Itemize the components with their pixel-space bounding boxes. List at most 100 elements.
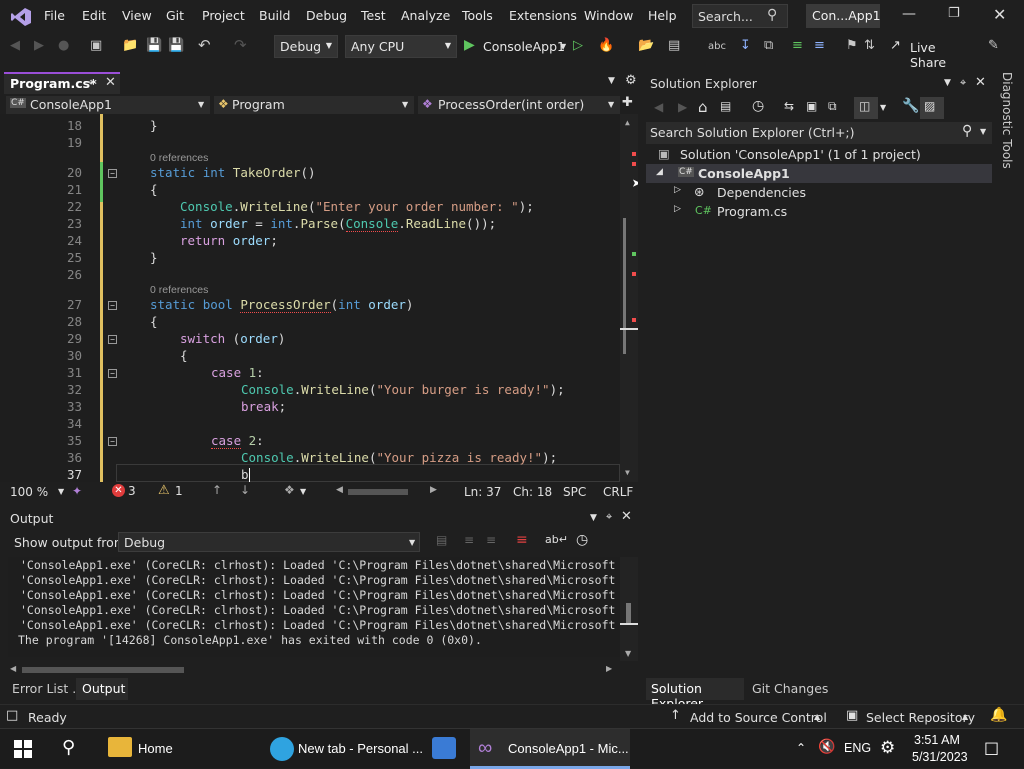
feedback-icon[interactable]: ✎: [988, 38, 999, 53]
forward-icon[interactable]: ▶: [34, 38, 44, 53]
scroll-left-icon[interactable]: ◀: [336, 485, 343, 495]
start-without-debugging-icon[interactable]: ▷: [573, 38, 583, 53]
folder-view-icon[interactable]: 📂: [638, 38, 654, 53]
scroll-up-icon[interactable]: ▲: [625, 118, 630, 127]
expanded-caret-icon[interactable]: ◢: [656, 167, 663, 177]
find-message-icon[interactable]: ▤: [436, 533, 447, 547]
tab-output[interactable]: Output: [76, 678, 128, 700]
panel-options-chevron-icon[interactable]: ▼: [944, 78, 951, 88]
member-nav-dropdown[interactable]: ❖ ProcessOrder(int order) ▼: [418, 96, 620, 114]
nav-forward-circle-icon[interactable]: ●: [58, 38, 69, 53]
visual-studio-logo-icon[interactable]: [10, 7, 32, 27]
preview-button[interactable]: ▨: [920, 97, 944, 119]
editor-vertical-scrollbar[interactable]: ▲ ▼: [620, 114, 638, 482]
taskbar-visual-studio[interactable]: ∞ ConsoleApp1 - Mic...: [470, 729, 630, 769]
code-editor[interactable]: 18 19 20 21 22 23 24 25 26 27 28 29 30 3…: [0, 114, 638, 482]
menu-extensions[interactable]: Extensions: [509, 8, 577, 23]
filter-button[interactable]: ◫: [854, 97, 878, 119]
collapsed-caret-icon[interactable]: ▷: [674, 204, 681, 214]
scroll-down-icon[interactable]: ▼: [625, 468, 630, 477]
language-indicator[interactable]: ENG: [844, 741, 871, 755]
show-hidden-icons-chevron-icon[interactable]: ⌃: [796, 741, 806, 755]
collapse-all-icon[interactable]: ▣: [806, 99, 817, 113]
line-ending-mode[interactable]: CRLF: [603, 485, 633, 499]
sync-icon[interactable]: ⇆: [784, 99, 794, 113]
horizontal-scrollbar-thumb[interactable]: [348, 489, 408, 495]
live-share-button[interactable]: ↗ Live Share: [888, 35, 968, 70]
close-window-icon[interactable]: ✕: [993, 5, 1006, 24]
collapse-region-icon[interactable]: −: [108, 335, 117, 344]
spell-check-icon[interactable]: abc: [708, 41, 726, 52]
notifications-bell-icon[interactable]: 🔔: [990, 707, 1007, 723]
forward-icon[interactable]: ▶: [678, 100, 687, 114]
scrollbar-thumb[interactable]: [22, 667, 184, 673]
menu-file[interactable]: File: [44, 8, 65, 23]
taskbar-file-explorer[interactable]: Home: [104, 729, 260, 769]
switch-views-icon[interactable]: ▤: [720, 99, 731, 113]
step-into-icon[interactable]: ↧: [740, 38, 751, 53]
comment-icon[interactable]: ≡: [792, 38, 803, 53]
go-next-message-icon[interactable]: ≡: [486, 533, 496, 547]
code-cleanup-icon[interactable]: ❖: [284, 483, 295, 497]
class-nav-dropdown[interactable]: ❖ Program ▼: [214, 96, 414, 114]
start-debugging-button[interactable]: ▶ ConsoleApp1 ▼: [462, 35, 570, 58]
action-center-icon[interactable]: □: [984, 738, 999, 757]
menu-git[interactable]: Git: [166, 8, 184, 23]
menu-project[interactable]: Project: [202, 8, 245, 23]
solution-search-box[interactable]: Search Solution Explorer (Ctrl+;) ⚲ ▼: [646, 122, 992, 144]
pin-icon[interactable]: ⌖: [88, 76, 94, 90]
output-horizontal-scrollbar[interactable]: ◀ ▶: [8, 664, 620, 676]
minimize-icon[interactable]: —: [902, 6, 916, 22]
copy-icon[interactable]: ⧉: [764, 38, 773, 53]
save-icon[interactable]: 💾: [146, 38, 162, 53]
new-project-icon[interactable]: ▣: [90, 38, 102, 53]
menu-edit[interactable]: Edit: [82, 8, 106, 23]
open-folder-icon[interactable]: 📁: [122, 38, 138, 53]
panel-options-chevron-icon[interactable]: ▼: [590, 513, 597, 523]
collapse-region-icon[interactable]: −: [108, 169, 117, 178]
tab-solution-explorer[interactable]: Solution Explorer: [646, 678, 744, 711]
scroll-down-icon[interactable]: ▼: [625, 649, 631, 658]
intellicode-icon[interactable]: ✦: [72, 484, 82, 498]
tree-item-dependencies[interactable]: ▷ ⊛ Dependencies: [646, 183, 992, 202]
clock-date[interactable]: 5/31/2023: [912, 750, 968, 764]
menu-test[interactable]: Test: [361, 8, 386, 23]
split-editor-icon[interactable]: ✚: [622, 95, 633, 110]
collapse-region-icon[interactable]: −: [108, 437, 117, 446]
tree-item-program-cs[interactable]: ▷ C# Program.cs: [646, 202, 992, 221]
platform-dropdown[interactable]: Any CPU ▼: [345, 35, 457, 58]
collapsed-caret-icon[interactable]: ▷: [674, 185, 681, 195]
scrollbar-thumb[interactable]: [623, 218, 626, 354]
save-all-icon[interactable]: 💾: [168, 38, 184, 53]
global-search-box[interactable]: Search... ⚲: [692, 4, 788, 28]
tab-error-list[interactable]: Error List ...: [12, 681, 84, 696]
settings-gear-icon[interactable]: ⚙: [880, 738, 895, 758]
code-lens-references[interactable]: 0 references: [150, 152, 208, 164]
undo-icon[interactable]: ↶: [198, 36, 211, 54]
configuration-dropdown[interactable]: Debug ▼: [274, 35, 338, 58]
bookmark-nav-icon[interactable]: ⇅: [864, 38, 875, 53]
home-icon[interactable]: ⌂: [698, 98, 708, 116]
settings-gear-icon[interactable]: ⚙: [625, 73, 637, 88]
back-icon[interactable]: ◀: [10, 38, 20, 53]
scroll-left-icon[interactable]: ◀: [10, 664, 16, 673]
project-badge[interactable]: Con...App1: [806, 4, 881, 28]
menu-tools[interactable]: Tools: [462, 8, 493, 23]
output-text-area[interactable]: 'ConsoleApp1.exe' (CoreCLR: clrhost): Lo…: [8, 557, 620, 657]
tab-list-chevron-icon[interactable]: ▼: [608, 76, 615, 86]
clear-all-icon[interactable]: ≡: [516, 532, 528, 548]
pin-icon[interactable]: ⌖: [960, 76, 966, 90]
search-icon[interactable]: ⚲: [62, 737, 75, 758]
line-position[interactable]: Ln: 37: [464, 485, 501, 499]
chevron-down-icon[interactable]: ▼: [58, 487, 64, 496]
tree-item-project[interactable]: ◢ C# ConsoleApp1: [646, 164, 992, 183]
scrollbar-thumb[interactable]: [626, 603, 631, 623]
scroll-right-icon[interactable]: ▶: [606, 664, 612, 673]
code-lens-references[interactable]: 0 references: [150, 284, 208, 296]
speaker-muted-icon[interactable]: 🔇: [818, 739, 835, 755]
microsoft-store-icon[interactable]: [432, 737, 456, 759]
project-nav-dropdown[interactable]: C# ConsoleApp1 ▼: [6, 96, 210, 114]
word-wrap-icon[interactable]: ab↵: [545, 533, 568, 546]
close-tab-icon[interactable]: ✕: [105, 75, 116, 90]
clock-time[interactable]: 3:51 AM: [914, 733, 960, 747]
